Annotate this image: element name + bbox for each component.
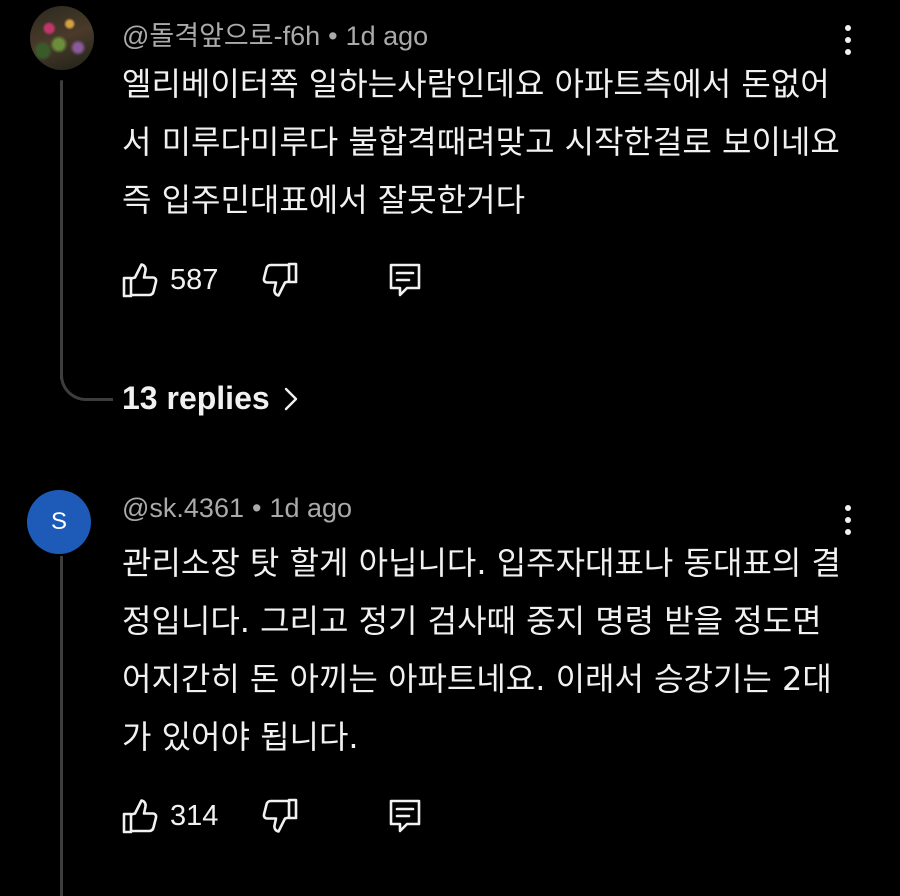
thumbs-up-icon (122, 263, 158, 298)
avatar[interactable] (30, 6, 94, 70)
comment-text: 엘리베이터쪽 일하는사람인데요 아파트측에서 돈없어서 미루다미루다 불합격때려… (122, 65, 840, 219)
more-vertical-icon[interactable] (844, 505, 852, 535)
author-name[interactable]: @돌격앞으로-f6h (122, 21, 320, 51)
comment: @돌격앞으로-f6h • 1d ago 엘리베이터쪽 일하는사람인데요 아파트측에서… (0, 0, 900, 470)
avatar[interactable]: S (27, 490, 91, 554)
like-count: 587 (170, 263, 219, 296)
reply-button[interactable] (388, 798, 422, 834)
dislike-button[interactable] (262, 798, 298, 834)
reply-comment-icon (389, 799, 421, 833)
more-vertical-icon[interactable] (844, 25, 852, 55)
thumbs-down-icon (262, 262, 298, 297)
reply-button[interactable] (388, 262, 422, 298)
like-button[interactable]: 587 (122, 262, 218, 298)
thumbs-up-icon (122, 799, 158, 834)
thread-line (60, 80, 63, 380)
comment-meta: @돌격앞으로-f6h • 1d ago (122, 14, 428, 53)
timestamp: 1d ago (269, 493, 353, 523)
thumbs-down-icon (262, 798, 298, 833)
timestamp: 1d ago (345, 21, 429, 51)
chevron-right-icon (284, 387, 297, 410)
like-count: 314 (170, 799, 219, 832)
meta-separator: • (328, 21, 338, 51)
like-button[interactable]: 314 (122, 798, 218, 834)
comment-text: 관리소장 탓 할게 아닙니다. 입주자대표나 동대표의 결정입니다. 그리고 정… (122, 544, 841, 756)
comment-meta: @sk.4361 • 1d ago (122, 493, 352, 524)
dislike-button[interactable] (262, 262, 298, 298)
thread-connector (60, 350, 113, 401)
comment: S @sk.4361 • 1d ago 관리소장 탓 할게 아닙니다. 입주자대표나… (0, 480, 900, 896)
view-replies-button[interactable]: 13 replies (122, 380, 298, 417)
meta-separator: • (251, 493, 262, 523)
thread-line (60, 556, 63, 896)
reply-comment-icon (389, 263, 421, 297)
replies-count-label: 13 replies (122, 380, 270, 416)
author-name[interactable]: @sk.4361 (122, 493, 244, 523)
